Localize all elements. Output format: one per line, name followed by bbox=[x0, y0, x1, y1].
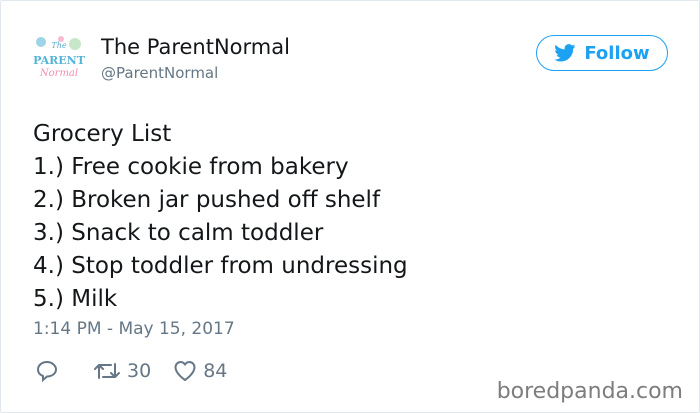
tweet-line: 5.) Milk bbox=[33, 286, 118, 312]
follow-button[interactable]: Follow bbox=[536, 35, 668, 71]
display-name[interactable]: The ParentNormal bbox=[101, 35, 290, 59]
tweet-line: 3.) Snack to calm toddler bbox=[33, 220, 324, 246]
tweet-line: 1.) Free cookie from bakery bbox=[33, 154, 349, 180]
retweet-count: 30 bbox=[127, 360, 152, 382]
reply-button[interactable] bbox=[35, 359, 59, 383]
tweet-text: Grocery List 1.) Free cookie from bakery… bbox=[33, 118, 408, 316]
like-count: 84 bbox=[203, 360, 228, 382]
retweet-button[interactable]: 30 bbox=[93, 360, 151, 382]
tweet-card: The PARENT Normal The ParentNormal @Pare… bbox=[0, 0, 700, 413]
svg-text:PARENT: PARENT bbox=[33, 54, 86, 67]
tweet-line: 2.) Broken jar pushed off shelf bbox=[33, 187, 381, 213]
tweet-actions: 30 84 bbox=[35, 357, 227, 385]
tweet-line: 4.) Stop toddler from undressing bbox=[33, 253, 408, 279]
follow-label: Follow bbox=[584, 42, 650, 64]
tweet-timestamp[interactable]: 1:14 PM - May 15, 2017 bbox=[33, 319, 235, 339]
heart-icon bbox=[174, 361, 196, 381]
retweet-icon bbox=[94, 363, 120, 379]
watermark: boredpanda.com bbox=[496, 379, 683, 404]
user-handle[interactable]: @ParentNormal bbox=[101, 64, 218, 82]
svg-text:Normal: Normal bbox=[39, 68, 78, 79]
reply-icon bbox=[36, 360, 58, 383]
parentnormal-logo: The PARENT Normal bbox=[33, 36, 86, 79]
like-button[interactable]: 84 bbox=[173, 360, 227, 382]
svg-text:The: The bbox=[51, 41, 66, 50]
avatar[interactable]: The PARENT Normal bbox=[31, 34, 87, 80]
twitter-bird-icon bbox=[554, 44, 576, 62]
tweet-line: Grocery List bbox=[33, 121, 172, 147]
